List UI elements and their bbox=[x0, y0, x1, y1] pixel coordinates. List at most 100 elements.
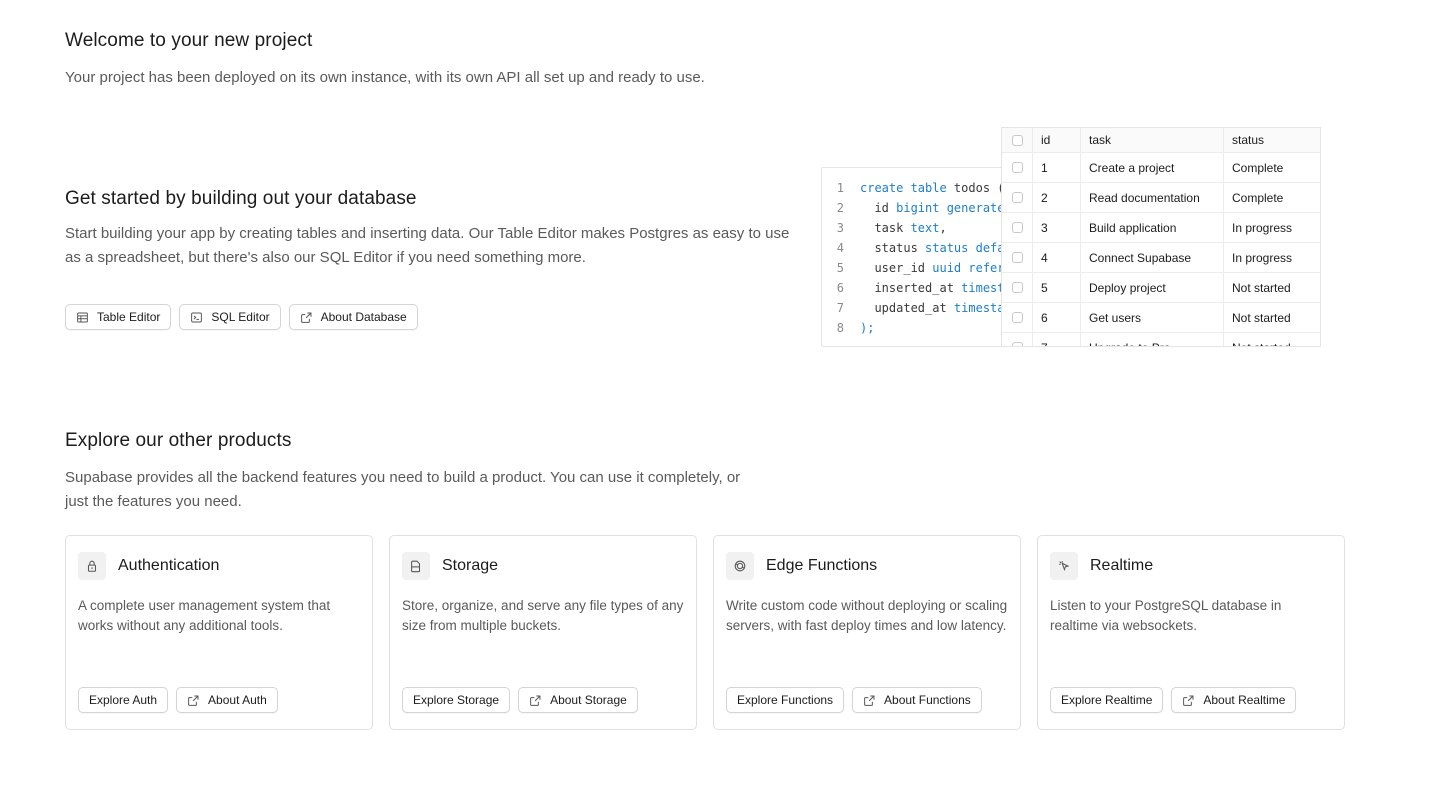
page-subtitle: Your project has been deployed on its ow… bbox=[65, 69, 705, 86]
row-checkbox[interactable] bbox=[1011, 162, 1023, 173]
card-title: Storage bbox=[442, 557, 499, 574]
cell-status: Complete bbox=[1232, 160, 1284, 175]
code-keyword: uuid references bbox=[932, 261, 1010, 275]
database-title: Get started by building out your databas… bbox=[65, 188, 417, 209]
code-line: 3 task text, bbox=[822, 218, 1010, 238]
external-link-icon bbox=[1183, 695, 1194, 706]
code-text: updated_at timestamp bbox=[860, 298, 1010, 318]
external-link-icon bbox=[300, 312, 312, 323]
line-number: 2 bbox=[836, 201, 844, 215]
product-card-functions: Edge Functions Write custom code without… bbox=[713, 535, 1021, 730]
line-number: 5 bbox=[836, 261, 844, 275]
table-row[interactable]: 7Upgrade to ProNot started bbox=[1002, 333, 1320, 347]
cell-task: Get users bbox=[1081, 303, 1224, 332]
row-checkbox[interactable] bbox=[1011, 342, 1023, 346]
cell-status: Not started bbox=[1224, 333, 1320, 347]
card-header: Realtime bbox=[1050, 552, 1332, 580]
line-number: 6 bbox=[836, 281, 844, 295]
row-checkbox[interactable] bbox=[1011, 312, 1023, 323]
cell-status: In progress bbox=[1232, 250, 1293, 265]
cell-task: Read documentation bbox=[1081, 183, 1224, 212]
product-card-auth: Authentication A complete user managemen… bbox=[65, 535, 373, 730]
table-row[interactable]: 3 Build application In progress bbox=[1002, 213, 1320, 243]
row-checkbox[interactable] bbox=[1011, 192, 1023, 203]
lock-icon bbox=[78, 552, 106, 580]
row-checkbox-cell bbox=[1002, 213, 1033, 242]
code-identifier: status bbox=[860, 241, 926, 255]
card-title: Realtime bbox=[1090, 557, 1154, 574]
row-checkbox[interactable] bbox=[1011, 222, 1023, 233]
table-row[interactable]: 2 Read documentation Complete bbox=[1002, 183, 1320, 213]
select-all-checkbox[interactable] bbox=[1011, 134, 1023, 146]
table-row[interactable]: 4 Connect Supabase In progress bbox=[1002, 243, 1320, 273]
about-storage-button[interactable]: About Storage bbox=[518, 687, 638, 713]
page-title: Welcome to your new project bbox=[65, 30, 313, 51]
cell-id: 3 bbox=[1033, 213, 1081, 242]
line-number: 1 bbox=[836, 181, 844, 195]
table-icon bbox=[77, 312, 88, 322]
about-auth-button[interactable]: About Auth bbox=[176, 687, 278, 713]
cell-task: Build application bbox=[1081, 213, 1224, 242]
code-text: create table todos ( bbox=[860, 178, 1005, 198]
row-checkbox[interactable] bbox=[1011, 252, 1023, 263]
sql-code-preview: 1 create table todos (2 id bigint generat… bbox=[821, 167, 1011, 347]
header-status: status bbox=[1232, 133, 1265, 147]
table-editor-button[interactable]: Table Editor bbox=[65, 304, 172, 330]
row-checkbox-cell bbox=[1002, 243, 1033, 272]
code-line: 5 user_id uuid references bbox=[822, 258, 1010, 278]
about-database-button[interactable]: About Database bbox=[288, 304, 418, 330]
cell-id: 6 bbox=[1033, 303, 1081, 332]
cell-id: 1 bbox=[1033, 153, 1081, 182]
cell-status: In progress bbox=[1232, 220, 1293, 235]
explore-storage-button[interactable]: Explore Storage bbox=[402, 687, 511, 713]
table-row[interactable]: 5 Deploy project Not started bbox=[1002, 273, 1320, 303]
database-description: Start building your app by creating tabl… bbox=[65, 225, 790, 266]
cell-task: Upgrade to Pro bbox=[1081, 333, 1224, 346]
line-number: 8 bbox=[836, 321, 844, 335]
card-description: Store, organize, and serve any file type… bbox=[402, 598, 684, 633]
code-line: 2 id bigint generated bbox=[822, 198, 1010, 218]
database-buttons: Table Editor SQL Editor About Database bbox=[65, 304, 805, 330]
code-identifier: id bbox=[860, 201, 897, 215]
code-line: 7 updated_at timestamp bbox=[822, 298, 1010, 318]
about-realtime-button[interactable]: About Realtime bbox=[1171, 687, 1297, 713]
product-card-realtime: Realtime Listen to your PostgreSQL datab… bbox=[1037, 535, 1345, 730]
cell-status: Not started bbox=[1232, 310, 1291, 325]
explore-realtime-button[interactable]: Explore Realtime bbox=[1050, 687, 1164, 713]
database-section: Get started by building out your databas… bbox=[65, 188, 805, 330]
explore-description: Supabase provides all the backend featur… bbox=[65, 469, 741, 510]
code-line: 8); bbox=[822, 318, 1010, 338]
about-functions-button[interactable]: About Functions bbox=[852, 687, 982, 713]
row-checkbox[interactable] bbox=[1011, 282, 1023, 293]
product-cards: Authentication A complete user managemen… bbox=[65, 535, 1345, 730]
sql-editor-button[interactable]: SQL Editor bbox=[179, 304, 281, 330]
about-realtime-label: About Realtime bbox=[1203, 693, 1286, 707]
card-buttons: Explore Realtime About Realtime bbox=[1050, 687, 1297, 713]
about-storage-label: About Storage bbox=[550, 693, 627, 707]
code-line: 1 create table todos ( bbox=[822, 178, 1010, 198]
cell-status: Complete bbox=[1232, 190, 1284, 205]
code-text: inserted_at timestamp bbox=[860, 278, 1010, 298]
code-keyword: ); bbox=[860, 321, 875, 335]
welcome-section: Welcome to your new project Your project… bbox=[65, 30, 705, 90]
table-row[interactable]: 6 Get users Not started bbox=[1002, 303, 1320, 333]
explore-auth-button[interactable]: Explore Auth bbox=[78, 687, 169, 713]
cell-id: 4 bbox=[1033, 243, 1081, 272]
code-rest: , bbox=[939, 221, 947, 235]
table-body: 1 Create a project Complete 2 Read documenta… bbox=[1002, 153, 1320, 347]
header-checkbox-cell bbox=[1002, 128, 1033, 152]
code-identifier: user_id bbox=[860, 261, 933, 275]
table-row[interactable]: 1 Create a project Complete bbox=[1002, 153, 1320, 183]
terminal-icon bbox=[191, 312, 203, 322]
header-id: id bbox=[1033, 128, 1081, 152]
external-link-icon bbox=[188, 695, 199, 706]
table-preview: id task status 1 Create a project Complete… bbox=[1001, 127, 1321, 347]
product-card-storage: Storage Store, organize, and serve any f… bbox=[389, 535, 697, 730]
functions-icon bbox=[726, 552, 754, 580]
explore-functions-button[interactable]: Explore Functions bbox=[726, 687, 845, 713]
about-functions-label: About Functions bbox=[884, 693, 971, 707]
line-number: 4 bbox=[836, 241, 844, 255]
about-database-label: About Database bbox=[320, 310, 407, 324]
code-keyword: create table bbox=[860, 181, 947, 195]
line-number: 3 bbox=[836, 221, 844, 235]
